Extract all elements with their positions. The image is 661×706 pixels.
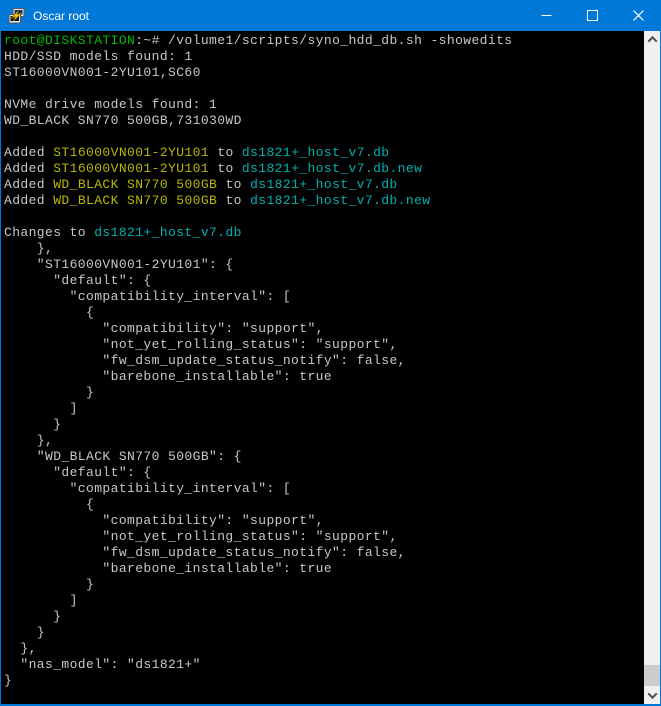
window-title: Oscar root — [33, 9, 523, 23]
terminal-line: { — [4, 305, 644, 321]
terminal-line: } — [4, 625, 644, 641]
terminal-line: "compatibility_interval": [ — [4, 289, 644, 305]
terminal-line: Changes to ds1821+_host_v7.db — [4, 225, 644, 241]
terminal-line: "WD_BLACK SN770 500GB": { — [4, 449, 644, 465]
terminal-line: }, — [4, 641, 644, 657]
terminal-line: "compatibility": "support", — [4, 513, 644, 529]
terminal-line: Added WD_BLACK SN770 500GB to ds1821+_ho… — [4, 193, 644, 209]
terminal-line: Added WD_BLACK SN770 500GB to ds1821+_ho… — [4, 177, 644, 193]
close-button[interactable] — [615, 0, 661, 31]
terminal-line — [4, 209, 644, 225]
terminal-line: "nas_model": "ds1821+" — [4, 657, 644, 673]
terminal-line: "ST16000VN001-2YU101": { — [4, 257, 644, 273]
terminal-line — [4, 81, 644, 97]
terminal-line: "barebone_installable": true — [4, 369, 644, 385]
minimize-button[interactable] — [523, 0, 569, 31]
terminal-line: } — [4, 417, 644, 433]
terminal-line: "not_yet_rolling_status": "support", — [4, 529, 644, 545]
scrollbar-thumb[interactable] — [644, 665, 660, 686]
scroll-down-button[interactable] — [644, 687, 660, 704]
terminal-line: HDD/SSD models found: 1 — [4, 49, 644, 65]
terminal-line: "default": { — [4, 273, 644, 289]
terminal-line: WD_BLACK SN770 500GB,731030WD — [4, 113, 644, 129]
terminal-line — [4, 129, 644, 145]
terminal-line: } — [4, 673, 644, 689]
terminal-line: } — [4, 385, 644, 401]
terminal-line: Added ST16000VN001-2YU101 to ds1821+_hos… — [4, 145, 644, 161]
terminal-area: root@DISKSTATION:~# /volume1/scripts/syn… — [1, 31, 660, 704]
window-controls — [523, 0, 661, 31]
terminal-line: { — [4, 497, 644, 513]
terminal-line: "not_yet_rolling_status": "support", — [4, 337, 644, 353]
terminal-line: }, — [4, 433, 644, 449]
terminal-line: "fw_dsm_update_status_notify": false, — [4, 353, 644, 369]
terminal-line: } — [4, 609, 644, 625]
minimize-icon — [541, 10, 552, 21]
terminal-line: root@DISKSTATION:~# /volume1/scripts/syn… — [4, 33, 644, 49]
chevron-up-icon — [647, 36, 657, 46]
chevron-down-icon — [647, 689, 657, 699]
terminal-line: ] — [4, 593, 644, 609]
terminal-output[interactable]: root@DISKSTATION:~# /volume1/scripts/syn… — [1, 31, 644, 704]
putty-terminal-icon — [8, 8, 26, 24]
terminal-line: "compatibility_interval": [ — [4, 481, 644, 497]
terminal-line: ST16000VN001-2YU101,SC60 — [4, 65, 644, 81]
terminal-line: } — [4, 577, 644, 593]
close-icon — [633, 10, 644, 21]
terminal-line: "fw_dsm_update_status_notify": false, — [4, 545, 644, 561]
putty-window: Oscar root root@DISKSTATION:~# /volume1/… — [0, 0, 661, 706]
terminal-line: }, — [4, 241, 644, 257]
terminal-line: "default": { — [4, 465, 644, 481]
terminal-line: Added ST16000VN001-2YU101 to ds1821+_hos… — [4, 161, 644, 177]
scroll-up-button[interactable] — [644, 31, 660, 48]
scrollbar[interactable] — [644, 31, 660, 704]
terminal-line: "compatibility": "support", — [4, 321, 644, 337]
titlebar[interactable]: Oscar root — [0, 0, 661, 31]
terminal-line: NVMe drive models found: 1 — [4, 97, 644, 113]
terminal-line: ] — [4, 401, 644, 417]
maximize-button[interactable] — [569, 0, 615, 31]
maximize-icon — [587, 10, 598, 21]
terminal-line: "barebone_installable": true — [4, 561, 644, 577]
